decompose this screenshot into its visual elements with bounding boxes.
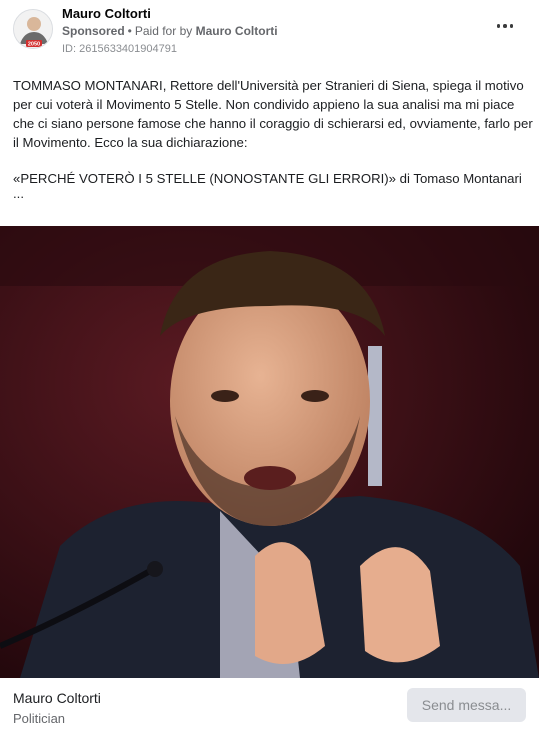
post-text: TOMMASO MONTANARI, Rettore dell'Universi… <box>13 76 533 217</box>
ad-card: 2050 Mauro Coltorti Sponsored • Paid for b… <box>0 0 539 749</box>
page-name[interactable]: Mauro Coltorti <box>62 6 151 21</box>
ad-footer: Mauro Coltorti Politician Send messa... <box>0 678 539 749</box>
send-message-button[interactable]: Send messa... <box>407 688 526 722</box>
ad-header: 2050 Mauro Coltorti Sponsored • Paid for b… <box>0 0 539 66</box>
more-options-icon[interactable] <box>493 18 517 34</box>
portrait-photo <box>0 226 539 678</box>
sponsor-line: Sponsored • Paid for by Mauro Coltorti <box>62 24 278 38</box>
avatar-portrait-image: 2050 <box>14 10 52 48</box>
footer-page-name[interactable]: Mauro Coltorti <box>13 690 101 706</box>
page-avatar[interactable]: 2050 <box>13 9 53 49</box>
see-more-ellipsis[interactable]: ... <box>13 187 533 200</box>
paid-for-name[interactable]: Mauro Coltorti <box>196 24 278 38</box>
paid-for-prefix: Paid for by <box>134 24 193 38</box>
sponsored-label: Sponsored <box>62 24 125 38</box>
separator-dot: • <box>127 24 132 38</box>
ad-id: ID: 2615633401904791 <box>62 43 177 55</box>
post-paragraph: TOMMASO MONTANARI, Rettore dell'Universi… <box>13 78 533 150</box>
avatar-badge-text: 2050 <box>28 42 40 48</box>
ad-image[interactable] <box>0 226 539 678</box>
post-paragraph-quote: «PERCHÉ VOTERÒ I 5 STELLE (NONOSTANTE GL… <box>13 171 522 186</box>
footer-page-category: Politician <box>13 711 66 726</box>
